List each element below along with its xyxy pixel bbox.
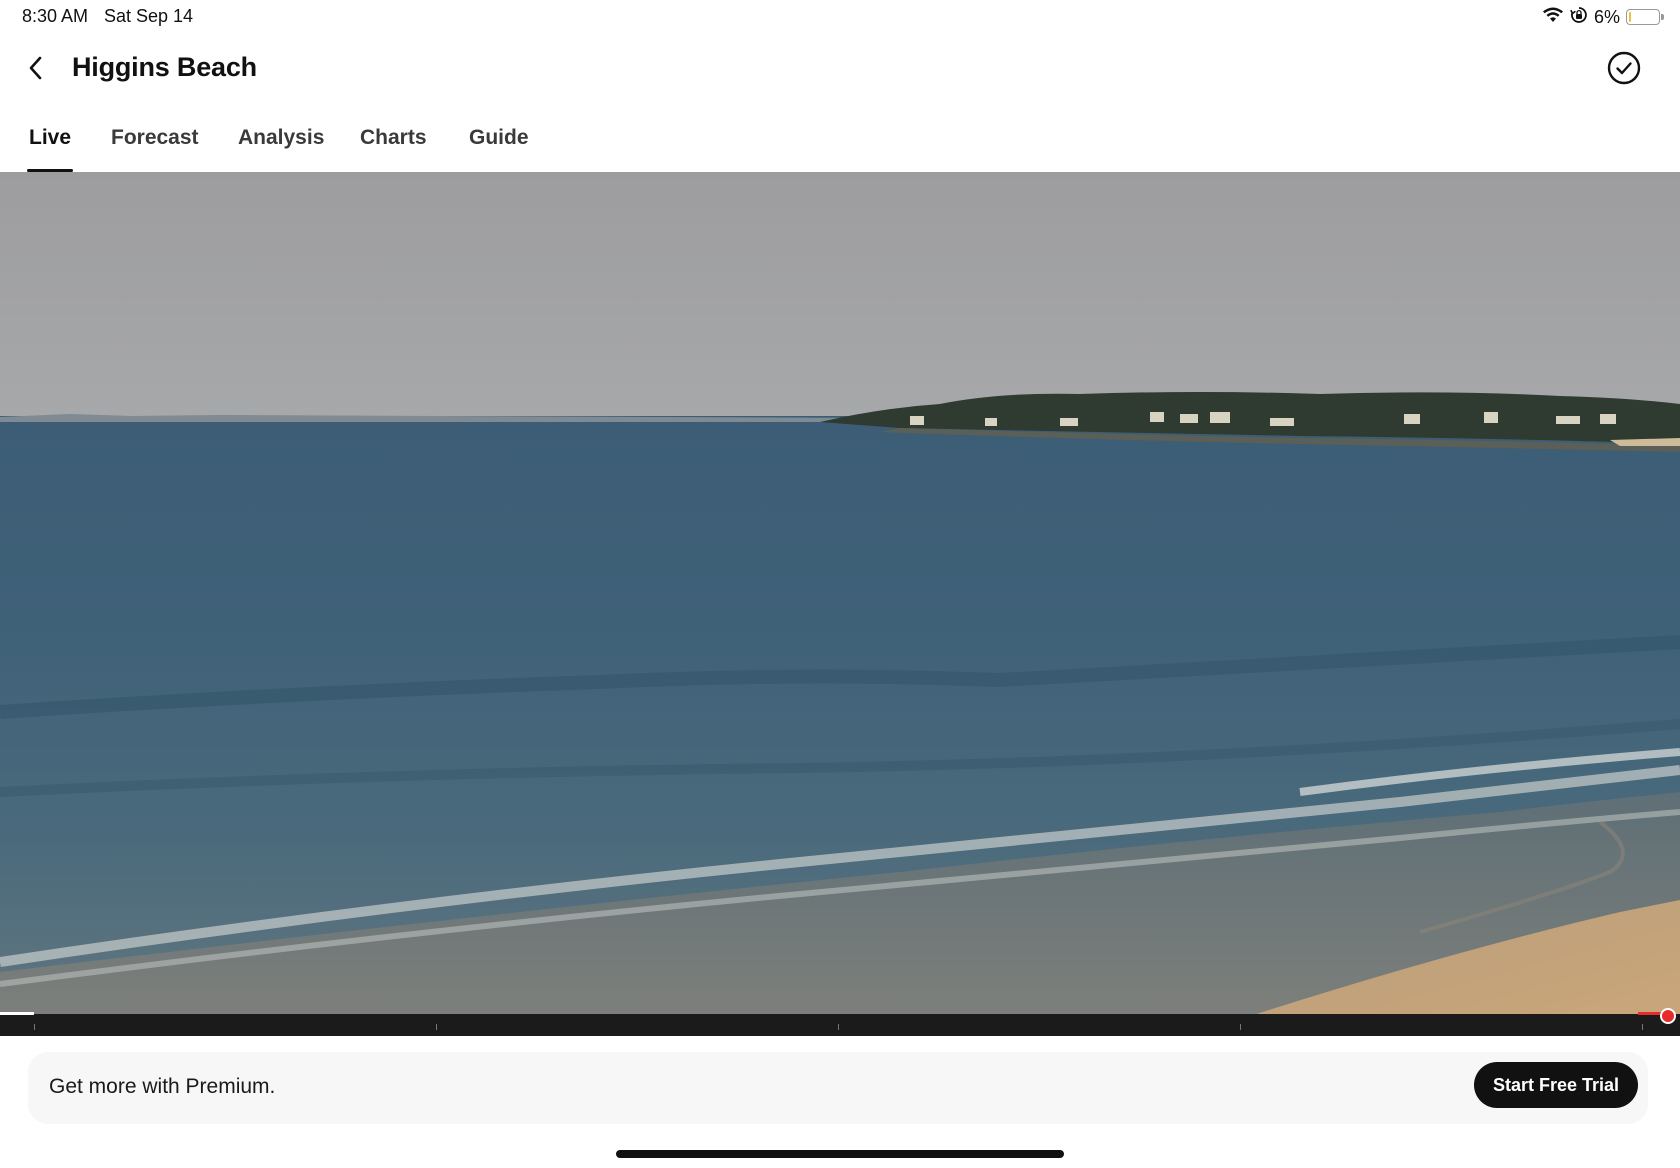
- start-free-trial-button[interactable]: Start Free Trial: [1474, 1062, 1638, 1108]
- video-timeline[interactable]: [0, 1008, 1680, 1036]
- back-button[interactable]: [20, 54, 52, 86]
- surf-cam-image: [0, 172, 1680, 1016]
- header: Higgins Beach: [0, 40, 1680, 100]
- tab-charts[interactable]: Charts: [360, 126, 427, 172]
- timeline-tick: [34, 1024, 35, 1030]
- premium-promo-banner: Get more with Premium. Start Free Trial: [28, 1052, 1648, 1124]
- favorite-button[interactable]: [1606, 51, 1642, 90]
- tab-guide[interactable]: Guide: [469, 126, 529, 172]
- timeline-tick: [436, 1024, 437, 1030]
- tab-live[interactable]: Live: [26, 126, 74, 172]
- played-progress: [0, 1012, 34, 1015]
- tab-analysis[interactable]: Analysis: [238, 126, 324, 172]
- check-circle-icon: [1607, 51, 1641, 90]
- page-title: Higgins Beach: [72, 52, 257, 82]
- timeline-tick: [1642, 1024, 1643, 1030]
- bottom-sheet: Get more with Premium. Start Free Trial: [0, 1036, 1680, 1168]
- chevron-left-icon: [26, 55, 46, 86]
- wifi-icon: [1542, 6, 1564, 29]
- battery-level: [1629, 12, 1631, 22]
- playhead-handle[interactable]: [1660, 1008, 1676, 1024]
- battery-icon: [1626, 9, 1664, 25]
- timeline-tick: [1240, 1024, 1241, 1030]
- battery-percent: 6%: [1593, 6, 1620, 27]
- home-indicator[interactable]: [616, 1150, 1064, 1158]
- tab-forecast[interactable]: Forecast: [111, 126, 199, 172]
- promo-text: Get more with Premium.: [49, 1075, 276, 1098]
- status-time: 8:30 AM: [22, 6, 89, 26]
- status-bar: 8:30 AM Sat Sep 14 6%: [0, 0, 1680, 34]
- status-icons: 6%: [1542, 6, 1664, 29]
- surf-cam-video[interactable]: [0, 172, 1680, 1016]
- orientation-lock-icon: [1570, 6, 1588, 29]
- status-date: Sat Sep 14: [104, 6, 194, 26]
- timeline-tick: [838, 1024, 839, 1030]
- tab-bar: Live Forecast Analysis Charts Guide: [0, 118, 1680, 172]
